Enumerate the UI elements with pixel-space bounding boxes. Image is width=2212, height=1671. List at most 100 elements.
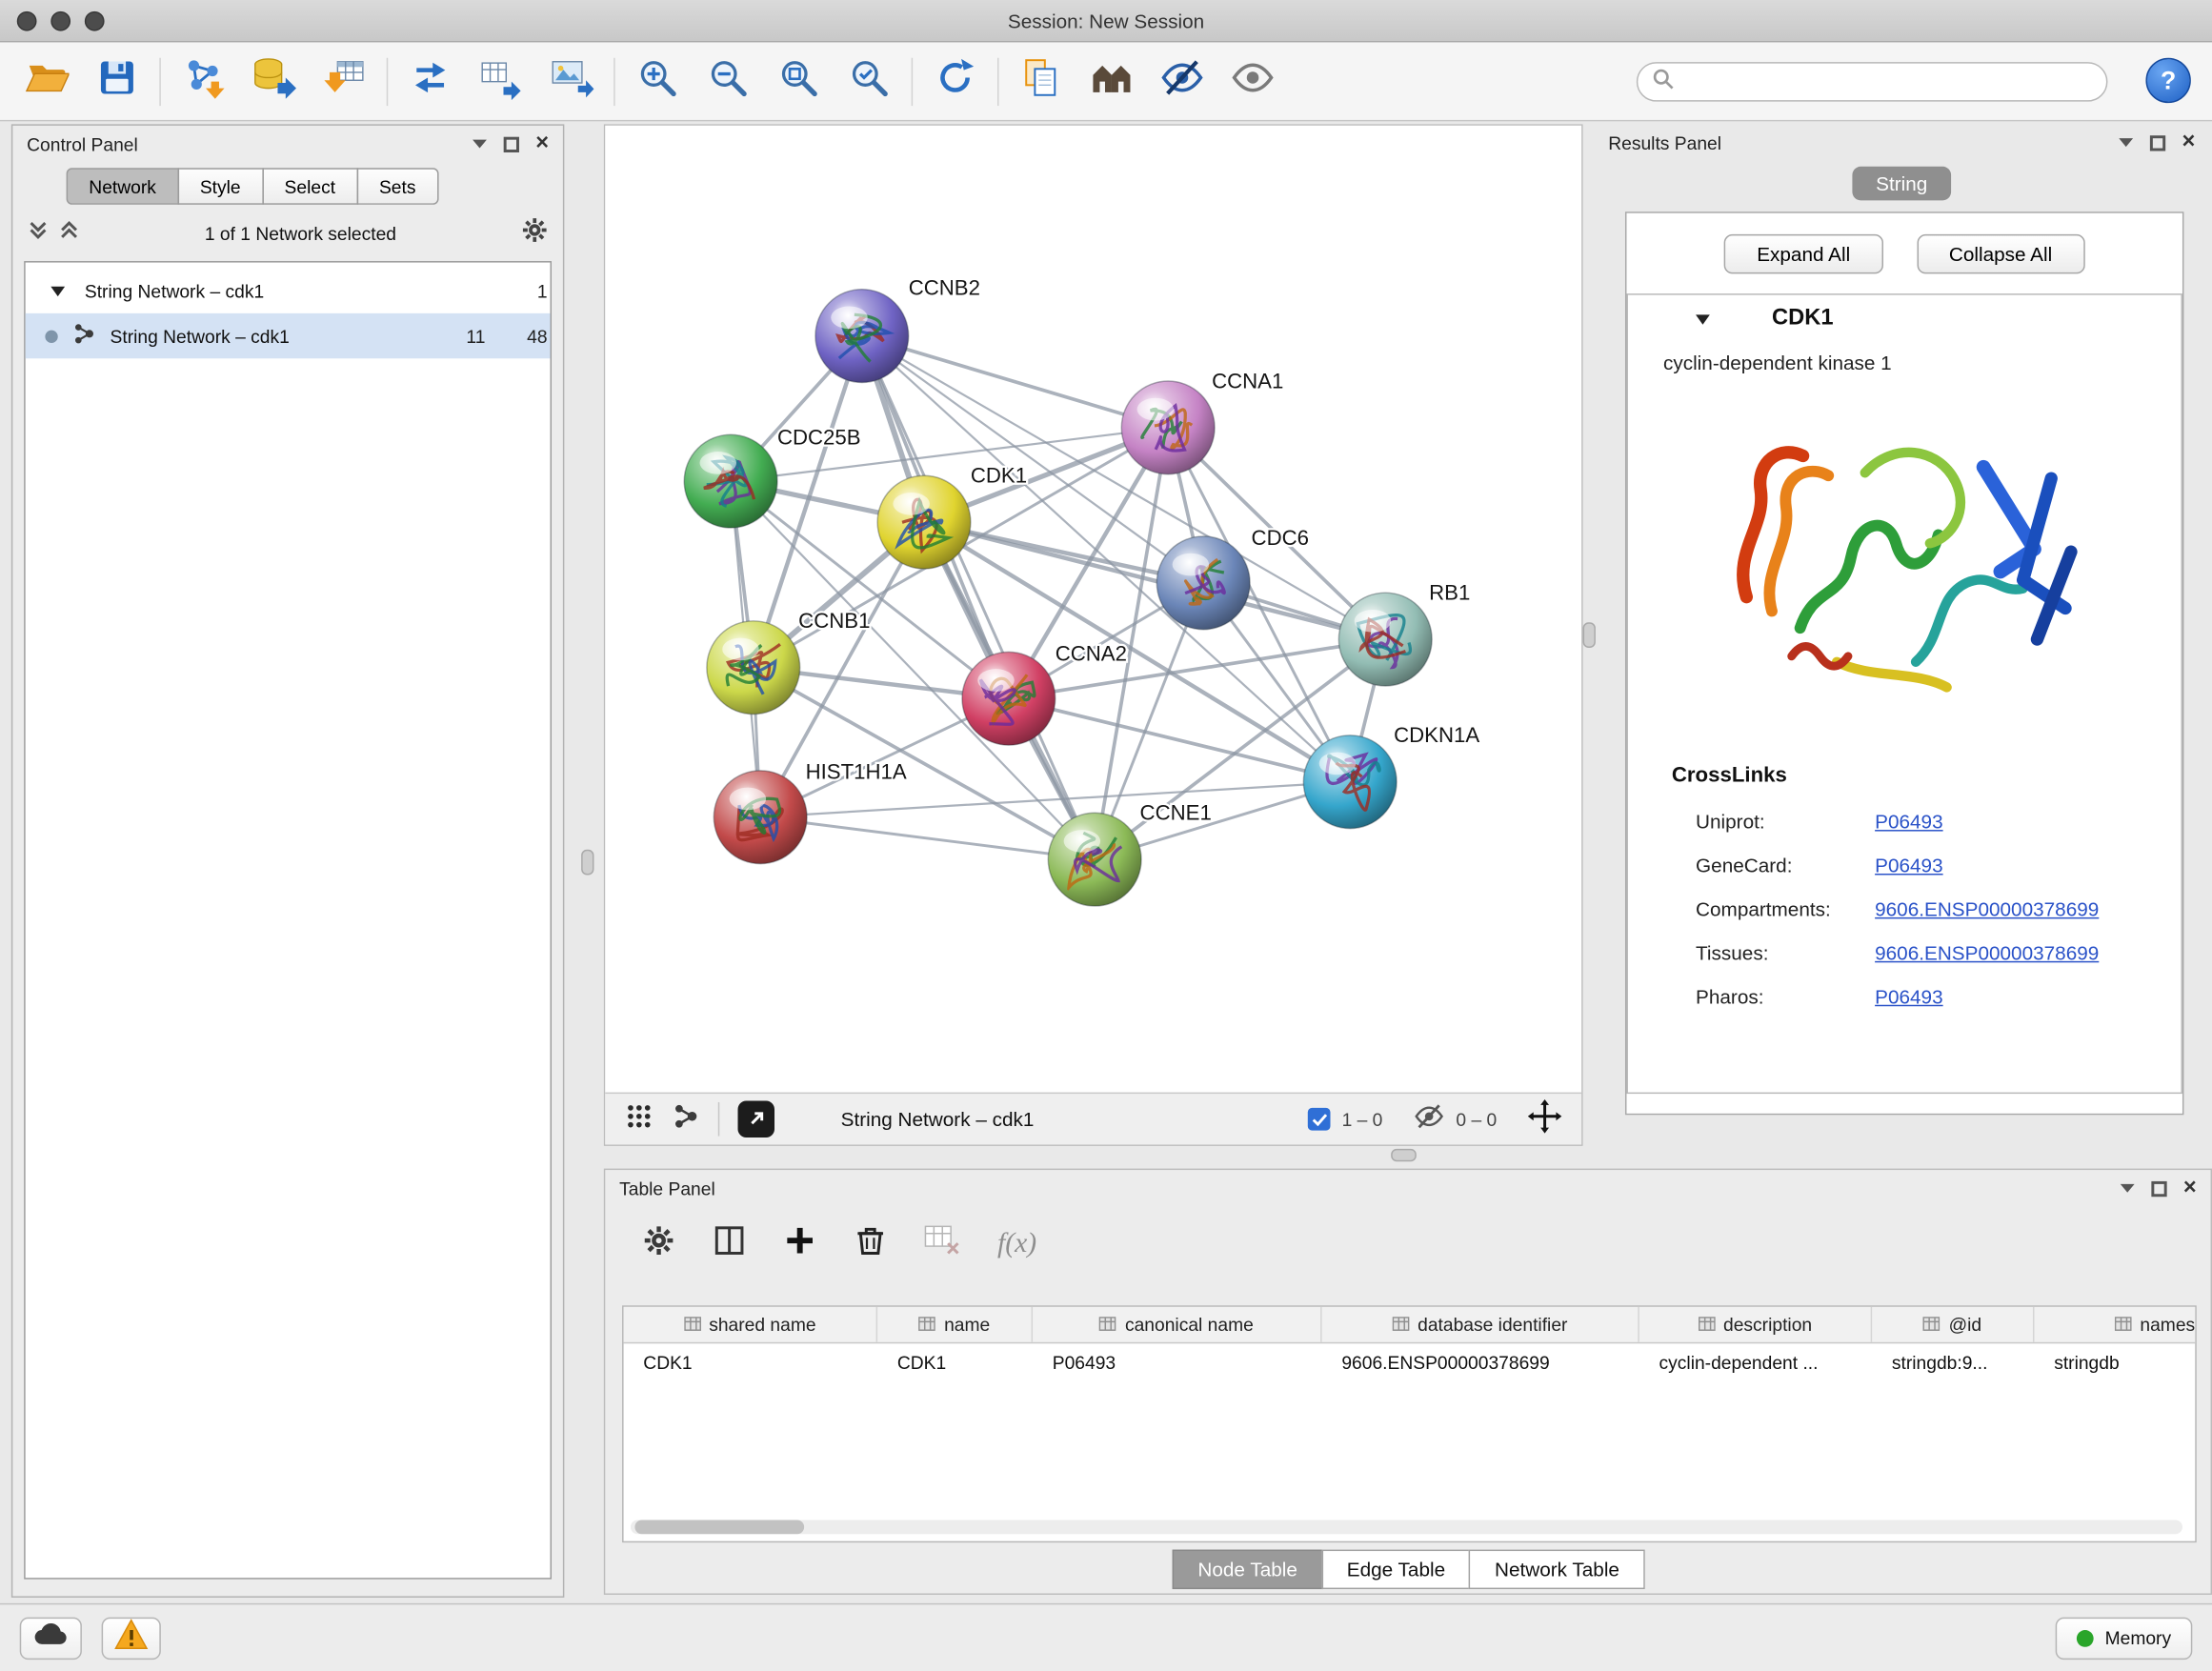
network-edge[interactable]: [924, 522, 1385, 639]
tab-sets[interactable]: Sets: [356, 168, 438, 205]
float-panel-icon[interactable]: [2120, 1184, 2134, 1193]
network-canvas[interactable]: CCNB2CCNA1CDC25BCDK1CDC6RB1CCNB1CCNA2CDK…: [605, 126, 1581, 1093]
refresh-button[interactable]: [920, 50, 991, 112]
table-settings-gear-icon[interactable]: [642, 1223, 676, 1264]
search-input[interactable]: [1684, 71, 2092, 92]
add-column-icon[interactable]: [783, 1223, 817, 1264]
column-header[interactable]: shared name: [624, 1307, 878, 1342]
table-row[interactable]: CDK1CDK1P064939606.ENSP00000378699cyclin…: [624, 1343, 2196, 1380]
splitter-handle[interactable]: [1391, 1149, 1417, 1161]
zoom-fit-button[interactable]: [763, 50, 834, 112]
network-edge[interactable]: [862, 336, 1168, 428]
tab-select[interactable]: Select: [262, 168, 358, 205]
import-table-button[interactable]: [309, 50, 379, 112]
close-panel-icon[interactable]: ×: [2183, 1177, 2197, 1199]
table-cell[interactable]: CDK1: [877, 1343, 1033, 1380]
network-node[interactable]: [1156, 536, 1250, 630]
network-node[interactable]: [1048, 813, 1141, 906]
scrollbar-thumb[interactable]: [634, 1520, 804, 1534]
crosslink-link[interactable]: P06493: [1875, 810, 1942, 833]
float-panel-icon[interactable]: [473, 140, 487, 149]
crosslink-link[interactable]: 9606.ENSP00000378699: [1875, 940, 2099, 963]
grid-view-icon[interactable]: [625, 1101, 654, 1137]
warnings-button[interactable]: [102, 1617, 161, 1659]
apply-layout-button[interactable]: [395, 50, 466, 112]
tab-node-table[interactable]: Node Table: [1173, 1550, 1323, 1589]
show-columns-icon[interactable]: [713, 1223, 747, 1264]
close-window-button[interactable]: [17, 10, 37, 30]
crosslink-link[interactable]: P06493: [1875, 984, 1942, 1007]
network-node[interactable]: [815, 290, 909, 383]
zoom-in-button[interactable]: [622, 50, 693, 112]
import-network-file-button[interactable]: [168, 50, 238, 112]
tab-network[interactable]: Network: [67, 168, 179, 205]
hide-graphics-details-button[interactable]: [1147, 50, 1217, 112]
splitter-handle[interactable]: [1583, 622, 1596, 648]
tree-disclosure-icon[interactable]: [50, 286, 65, 295]
hidden-eye-icon[interactable]: [1414, 1100, 1445, 1138]
help-button[interactable]: ?: [2145, 58, 2190, 103]
crosslink-link[interactable]: 9606.ENSP00000378699: [1875, 896, 2099, 919]
table-cell[interactable]: 9606.ENSP00000378699: [1322, 1343, 1639, 1380]
tab-edge-table[interactable]: Edge Table: [1321, 1550, 1471, 1589]
gene-card-header[interactable]: CDK1: [1628, 295, 2182, 343]
open-session-button[interactable]: [11, 50, 82, 112]
zoom-window-button[interactable]: [85, 10, 105, 30]
network-node[interactable]: [962, 652, 1056, 745]
column-header[interactable]: database identifier: [1322, 1307, 1639, 1342]
zoom-out-button[interactable]: [693, 50, 763, 112]
tab-style[interactable]: Style: [177, 168, 263, 205]
network-collection-row[interactable]: String Network – cdk1 1: [26, 268, 551, 312]
maximize-panel-icon[interactable]: [503, 136, 518, 151]
float-panel-icon[interactable]: [2119, 138, 2133, 147]
crosslink-link[interactable]: P06493: [1875, 854, 1942, 876]
column-header[interactable]: canonical name: [1033, 1307, 1322, 1342]
network-edge[interactable]: [760, 817, 1095, 859]
maximize-panel-icon[interactable]: [2149, 134, 2164, 150]
network-node[interactable]: [707, 621, 800, 715]
search-box[interactable]: [1637, 62, 2108, 101]
network-node[interactable]: [1338, 593, 1432, 686]
close-panel-icon[interactable]: ×: [2182, 131, 2195, 154]
minimize-window-button[interactable]: [50, 10, 70, 30]
horizontal-scrollbar[interactable]: [631, 1520, 2182, 1534]
collapse-gene-icon[interactable]: [1696, 314, 1710, 324]
share-network-icon[interactable]: [672, 1101, 700, 1137]
column-header[interactable]: description: [1639, 1307, 1872, 1342]
table-cell[interactable]: P06493: [1033, 1343, 1322, 1380]
memory-button[interactable]: Memory: [2056, 1617, 2193, 1659]
detach-view-button[interactable]: [738, 1100, 775, 1137]
zoom-selected-button[interactable]: [834, 50, 904, 112]
column-header[interactable]: name: [877, 1307, 1033, 1342]
column-header[interactable]: @id: [1872, 1307, 2034, 1342]
network-node[interactable]: [684, 434, 777, 528]
tab-network-table[interactable]: Network Table: [1469, 1550, 1644, 1589]
table-cell[interactable]: CDK1: [624, 1343, 878, 1380]
table-cell[interactable]: cyclin-dependent ...: [1639, 1343, 1872, 1380]
selected-checkbox-icon[interactable]: [1308, 1108, 1331, 1131]
network-node[interactable]: [1121, 381, 1215, 474]
pan-crosshair-icon[interactable]: [1528, 1098, 1562, 1139]
network-row-selected[interactable]: String Network – cdk1 11 48: [26, 313, 551, 358]
expand-all-icon[interactable]: [58, 218, 81, 248]
maximize-panel-icon[interactable]: [2151, 1180, 2166, 1196]
cloud-status-button[interactable]: [20, 1617, 82, 1659]
splitter-handle[interactable]: [581, 850, 593, 876]
collapse-all-icon[interactable]: [27, 218, 50, 248]
column-header[interactable]: namespace: [2034, 1307, 2196, 1342]
gear-icon[interactable]: [520, 215, 549, 251]
network-node[interactable]: [714, 771, 807, 864]
table-cell[interactable]: stringdb: [2034, 1343, 2196, 1380]
delete-column-trash-icon[interactable]: [854, 1223, 888, 1264]
show-graphics-details-button[interactable]: [1217, 50, 1288, 112]
clone-network-button[interactable]: [1006, 50, 1076, 112]
network-from-table-button[interactable]: [466, 50, 536, 112]
expand-all-button[interactable]: Expand All: [1724, 234, 1882, 273]
network-node[interactable]: [1303, 735, 1397, 829]
import-network-database-button[interactable]: [238, 50, 309, 112]
houses-button[interactable]: [1076, 50, 1147, 112]
function-builder-button[interactable]: f(x): [997, 1227, 1036, 1259]
save-session-button[interactable]: [82, 50, 152, 112]
tab-string[interactable]: String: [1852, 167, 1952, 201]
network-node[interactable]: [877, 475, 971, 569]
